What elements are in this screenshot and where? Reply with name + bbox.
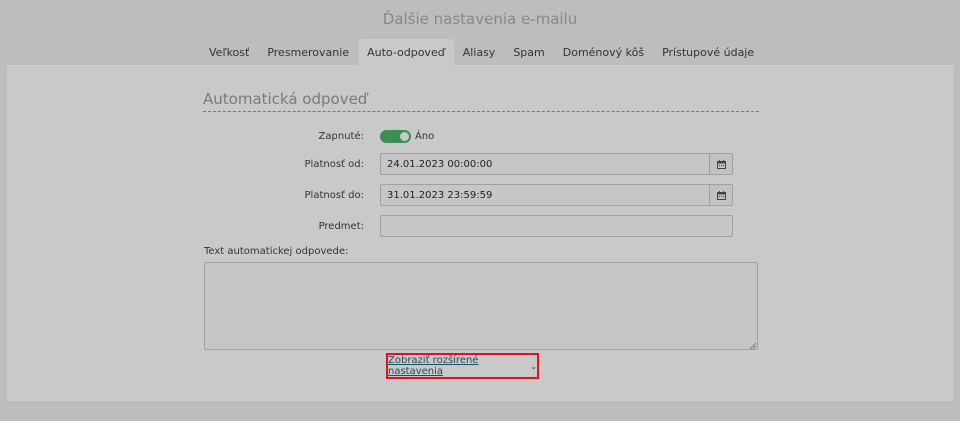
body-textarea[interactable] — [204, 262, 758, 350]
page-title: Ďalšie nastavenia e-mailu — [382, 10, 578, 28]
calendar-icon — [716, 159, 726, 169]
valid-to-label: Platnosť do: — [304, 189, 364, 201]
advanced-settings-link[interactable]: Zobraziť rozšírené nastavenia ⌄ — [386, 353, 539, 379]
tab-domenovy-kos[interactable]: Doménový kôš — [554, 39, 653, 65]
valid-from-input[interactable]: 24.01.2023 00:00:00 — [381, 154, 709, 174]
enabled-toggle[interactable] — [380, 129, 411, 143]
tab-presmerovanie[interactable]: Presmerovanie — [258, 39, 358, 65]
enabled-row: Zapnuté: Áno — [203, 125, 759, 147]
enabled-label: Zapnuté: — [318, 130, 364, 142]
auto-reply-panel: Automatická odpoveď Zapnuté: Áno Platnos… — [7, 65, 954, 401]
valid-to-input[interactable]: 31.01.2023 23:59:59 — [381, 185, 709, 205]
valid-to-row: Platnosť do: 31.01.2023 23:59:59 — [203, 184, 759, 206]
valid-from-row: Platnosť od: 24.01.2023 00:00:00 — [203, 153, 759, 175]
subject-input[interactable] — [380, 215, 733, 237]
valid-to-group: 31.01.2023 23:59:59 — [380, 184, 733, 206]
valid-from-calendar-button[interactable] — [709, 154, 732, 174]
enabled-value: Áno — [415, 130, 435, 142]
tab-velkost[interactable]: Veľkosť — [200, 39, 258, 65]
tab-aliasy[interactable]: Aliasy — [454, 39, 505, 65]
body-label: Text automatickej odpovede: — [204, 246, 349, 257]
tab-pristupove-udaje[interactable]: Prístupové údaje — [653, 39, 763, 65]
calendar-icon — [716, 190, 726, 200]
settings-tabs: Veľkosť Presmerovanie Auto-odpoveď Alias… — [200, 39, 763, 65]
subject-row: Predmet: — [203, 215, 759, 237]
tab-spam[interactable]: Spam — [504, 39, 553, 65]
advanced-settings-label: Zobraziť rozšírené nastavenia — [388, 355, 479, 377]
valid-to-calendar-button[interactable] — [709, 185, 732, 205]
subject-label: Predmet: — [318, 220, 364, 232]
section-divider — [203, 111, 759, 112]
resize-grip-icon[interactable] — [749, 342, 756, 349]
tab-auto-odpoved[interactable]: Auto-odpoveď — [358, 39, 454, 65]
toggle-knob — [400, 131, 409, 141]
valid-from-group: 24.01.2023 00:00:00 — [380, 153, 733, 175]
section-title: Automatická odpoveď — [203, 90, 368, 108]
chevron-down-icon: ⌄ — [530, 361, 537, 371]
valid-from-label: Platnosť od: — [304, 158, 364, 170]
